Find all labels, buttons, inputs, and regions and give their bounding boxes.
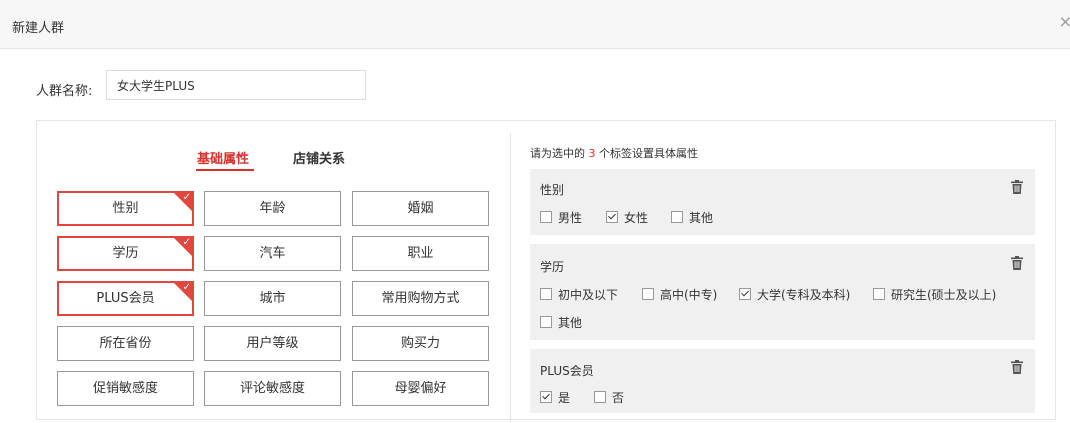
option-no[interactable]: 否 [594,389,624,406]
option-graduate[interactable]: 研究生(硕士及以上) [873,286,996,303]
tag-comment-sensitivity[interactable]: 评论敏感度 [204,371,341,406]
checkbox-checked[interactable] [739,288,751,300]
attr-box-gender: 性别 男性 女性 其他 [530,169,1035,235]
tag-plus-member[interactable]: PLUS会员 ✓ [57,281,194,316]
checkbox-checked[interactable] [606,211,618,223]
tag-shopping-method[interactable]: 常用购物方式 [352,281,489,316]
tag-label: 购买力 [400,336,440,351]
attr-title: PLUS会员 [540,364,594,378]
option-male[interactable]: 男性 [540,209,582,226]
attr-title: 性别 [540,183,565,197]
tag-car[interactable]: 汽车 [204,236,341,271]
tag-age[interactable]: 年龄 [204,191,341,226]
tab-basic-attributes[interactable]: 基础属性 [197,148,249,167]
option-yes[interactable]: 是 [540,389,570,406]
tag-label: 职业 [407,246,434,261]
tag-gender[interactable]: 性别 ✓ [57,191,194,226]
attr-title: 学历 [540,260,565,274]
option-female[interactable]: 女性 [606,209,648,226]
tag-label: 常用购物方式 [381,291,460,306]
active-tab-indicator [196,169,254,171]
tag-province[interactable]: 所在省份 [57,326,194,361]
dialog-title: 新建人群 [12,21,65,36]
tag-label: PLUS会员 [96,291,155,306]
tab-store-relation[interactable]: 店铺关系 [293,148,345,167]
checkbox[interactable] [642,288,654,300]
checkbox[interactable] [540,211,552,223]
checkbox[interactable] [873,288,885,300]
selection-hint: 请为选中的 3 个标签设置具体属性 [530,147,698,160]
tag-label: 评论敏感度 [239,381,305,396]
checkbox[interactable] [540,316,552,328]
checkbox[interactable] [594,391,606,403]
option-junior-high[interactable]: 初中及以下 [540,286,618,303]
tag-user-level[interactable]: 用户等级 [204,326,341,361]
dialog-header: 新建人群 × [0,0,1070,49]
check-icon: ✓ [182,282,191,293]
trash-icon[interactable] [1011,180,1023,194]
tag-job[interactable]: 职业 [352,236,489,271]
tag-label: 婚姻 [407,201,434,216]
crowd-name-label: 人群名称: [36,84,93,99]
crowd-name-input[interactable] [106,70,366,100]
tag-label: 性别 [112,201,139,216]
tag-marriage[interactable]: 婚姻 [352,191,489,226]
tag-label: 母婴偏好 [394,381,447,396]
tag-label: 用户等级 [246,336,299,351]
tag-purchasing-power[interactable]: 购买力 [352,326,489,361]
panel-divider [510,133,511,423]
trash-icon[interactable] [1011,360,1023,374]
tag-city[interactable]: 城市 [204,281,341,316]
tag-promo-sensitivity[interactable]: 促销敏感度 [57,371,194,406]
checkbox[interactable] [671,211,683,223]
tag-label: 所在省份 [99,336,152,351]
tag-baby-preference[interactable]: 母婴偏好 [352,371,489,406]
option-other[interactable]: 其他 [540,314,582,331]
tag-label: 学历 [112,246,139,261]
checkbox[interactable] [540,288,552,300]
option-other[interactable]: 其他 [671,209,713,226]
checkbox-checked[interactable] [540,391,552,403]
tag-label: 城市 [259,291,286,306]
tag-label: 汽车 [259,246,286,261]
check-icon: ✓ [182,192,191,203]
trash-icon[interactable] [1011,256,1023,270]
selected-count: 3 [588,147,596,160]
check-icon: ✓ [182,237,191,248]
tag-label: 年龄 [259,201,286,216]
tag-education[interactable]: 学历 ✓ [57,236,194,271]
tag-label: 促销敏感度 [92,381,158,396]
close-icon[interactable]: × [1059,14,1070,30]
attr-box-education: 学历 初中及以下 高中(中专) 大学(专科及本科) 研究生(硕士及以上) 其他 [530,244,1035,340]
attr-box-plus-member: PLUS会员 是 否 [530,349,1035,413]
option-university[interactable]: 大学(专科及本科) [739,286,850,303]
option-high-school[interactable]: 高中(中专) [642,286,717,303]
